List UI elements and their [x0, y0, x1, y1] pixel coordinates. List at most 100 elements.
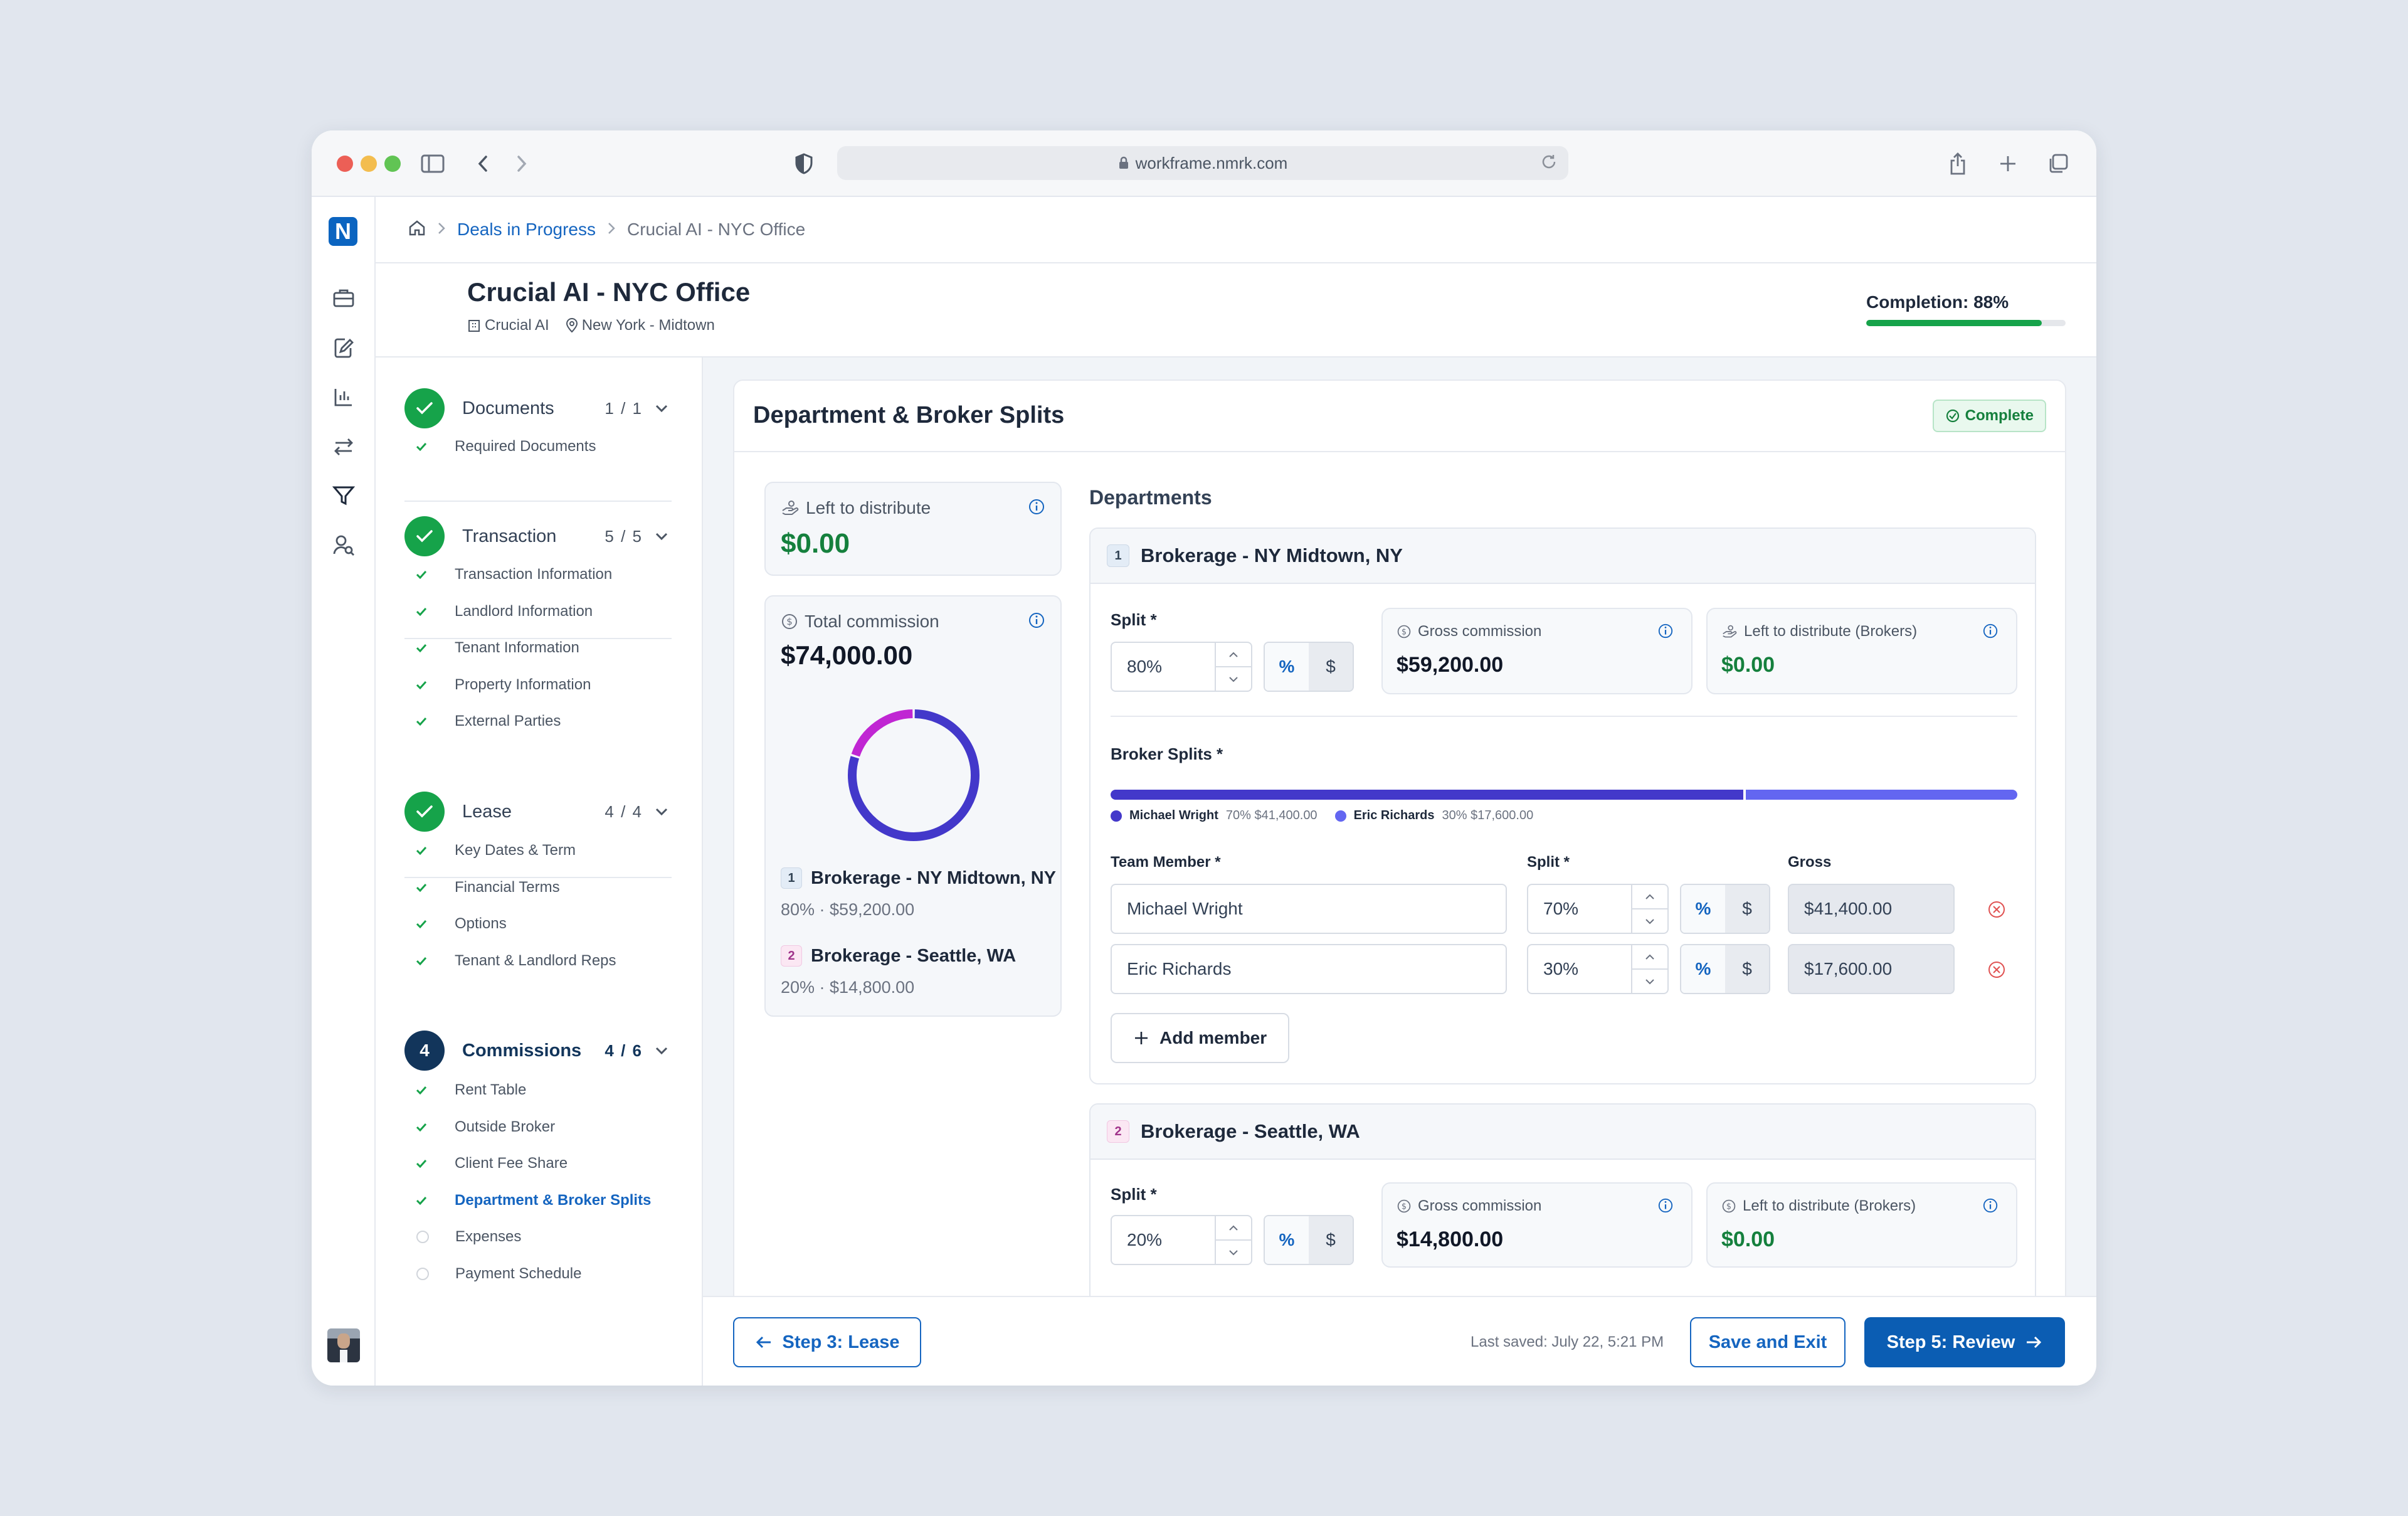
substep-item[interactable]: Transaction Information	[416, 562, 612, 587]
substep-label: Key Dates & Term	[455, 842, 576, 859]
substep-item[interactable]: Expenses	[416, 1224, 521, 1249]
substep-item[interactable]: Required Documents	[416, 434, 596, 459]
chevron-down-icon[interactable]	[1216, 1239, 1251, 1264]
team-member-input[interactable]: Eric Richards	[1111, 944, 1507, 994]
chevron-down-icon[interactable]	[1632, 908, 1667, 933]
zoom-window-button[interactable]	[384, 156, 401, 172]
member-split-input[interactable]: 70%	[1527, 884, 1669, 934]
substep-item[interactable]: Department & Broker Splits	[416, 1188, 651, 1213]
substep-item[interactable]: Financial Terms	[416, 875, 560, 900]
percent-option[interactable]: %	[1681, 945, 1725, 993]
check-icon	[416, 1159, 430, 1168]
step-name: Lease	[462, 801, 512, 822]
substep-item[interactable]: Client Fee Share	[416, 1151, 568, 1176]
remove-member-icon[interactable]	[1987, 900, 2006, 919]
split-stepper[interactable]	[1631, 885, 1667, 933]
sidebar-toggle-icon[interactable]	[418, 149, 447, 178]
new-tab-icon[interactable]	[1993, 149, 2022, 178]
address-bar[interactable]: workframe.nmrk.com	[837, 146, 1568, 180]
chevron-up-icon[interactable]	[1632, 885, 1667, 908]
chevron-down-icon[interactable]	[1216, 666, 1251, 691]
add-member-button[interactable]: Add member	[1111, 1013, 1290, 1063]
chevron-down-icon[interactable]	[654, 400, 672, 417]
percent-option[interactable]: %	[1265, 1216, 1309, 1264]
save-and-exit-button[interactable]: Save and Exit	[1690, 1317, 1846, 1367]
dollar-option[interactable]: $	[1309, 643, 1353, 691]
member-unit-toggle[interactable]: % $	[1680, 944, 1770, 994]
info-icon[interactable]	[1028, 612, 1045, 632]
member-split-input[interactable]: 30%	[1527, 944, 1669, 994]
dollar-option[interactable]: $	[1725, 945, 1769, 993]
info-icon[interactable]	[1982, 1197, 1999, 1217]
info-icon[interactable]	[1657, 623, 1674, 642]
reports-chart-icon[interactable]	[330, 384, 357, 410]
substep-item[interactable]: Options	[416, 911, 507, 936]
department-split-input[interactable]: 20%	[1111, 1215, 1252, 1265]
filter-funnel-icon[interactable]	[330, 482, 357, 509]
app-logo[interactable]: N	[329, 217, 357, 246]
step-commissions[interactable]: 4 Commissions 4 / 6	[404, 1030, 672, 1071]
chevron-up-icon[interactable]	[1216, 1216, 1251, 1239]
step-lease[interactable]: Lease 4 / 4	[404, 791, 672, 832]
substep-item[interactable]: Tenant & Landlord Reps	[416, 948, 616, 973]
split-stepper[interactable]	[1215, 1216, 1251, 1264]
user-search-icon[interactable]	[330, 532, 357, 558]
pending-circle-icon	[416, 1231, 429, 1243]
team-member-input[interactable]: Michael Wright	[1111, 884, 1507, 934]
substep-item[interactable]: Payment Schedule	[416, 1261, 581, 1286]
card-title: Department & Broker Splits	[753, 402, 1065, 428]
chevron-down-icon[interactable]	[654, 803, 672, 820]
back-arrow-icon[interactable]	[468, 149, 497, 178]
user-avatar[interactable]	[327, 1328, 360, 1362]
left-to-distribute-label: Left to distribute	[781, 498, 931, 518]
check-icon	[404, 516, 445, 556]
legend-name: Michael Wright	[1129, 808, 1218, 822]
step-transaction[interactable]: Transaction 5 / 5	[404, 516, 672, 557]
percent-option[interactable]: %	[1681, 885, 1725, 933]
substep-item[interactable]: Tenant Information	[416, 635, 579, 660]
member-name: Eric Richards	[1127, 959, 1232, 978]
split-unit-toggle[interactable]: % $	[1264, 642, 1354, 692]
percent-option[interactable]: %	[1265, 643, 1309, 691]
substep-item[interactable]: Landlord Information	[416, 599, 593, 624]
split-stepper[interactable]	[1215, 643, 1251, 691]
member-unit-toggle[interactable]: % $	[1680, 884, 1770, 934]
step-number-badge: 4	[404, 1031, 445, 1071]
substep-item[interactable]: Rent Table	[416, 1078, 526, 1103]
tab-overview-icon[interactable]	[2044, 149, 2073, 178]
step-documents[interactable]: Documents 1 / 1	[404, 388, 672, 429]
transfer-arrows-icon[interactable]	[330, 433, 357, 460]
next-step-button[interactable]: Step 5: Review	[1864, 1317, 2065, 1367]
check-icon	[416, 1196, 430, 1205]
share-icon[interactable]	[1943, 149, 1972, 178]
footer-bar: Step 3: Lease Last saved: July 22, 5:21 …	[703, 1296, 2096, 1386]
chevron-down-icon[interactable]	[654, 527, 672, 545]
reload-icon[interactable]	[1539, 152, 1558, 176]
split-stepper[interactable]	[1631, 945, 1667, 993]
info-icon[interactable]	[1982, 623, 1999, 642]
minimize-window-button[interactable]	[361, 156, 377, 172]
close-window-button[interactable]	[337, 156, 353, 172]
edit-document-icon[interactable]	[330, 335, 357, 361]
forward-arrow-icon[interactable]	[507, 149, 536, 178]
info-icon[interactable]	[1028, 498, 1045, 519]
donut-slice	[851, 709, 913, 757]
previous-step-button[interactable]: Step 3: Lease	[733, 1317, 921, 1367]
dollar-option[interactable]: $	[1725, 885, 1769, 933]
substep-item[interactable]: External Parties	[416, 709, 561, 734]
chevron-up-icon[interactable]	[1632, 945, 1667, 968]
department-split-input[interactable]: 80%	[1111, 642, 1252, 692]
step-documents[interactable]	[404, 223, 672, 264]
substep-item[interactable]: Key Dates & Term	[416, 838, 576, 863]
deals-briefcase-icon[interactable]	[330, 285, 357, 311]
chevron-down-icon[interactable]	[1632, 968, 1667, 993]
info-icon[interactable]	[1657, 1197, 1674, 1217]
dollar-option[interactable]: $	[1309, 1216, 1353, 1264]
chevron-up-icon[interactable]	[1216, 643, 1251, 666]
substep-item[interactable]: Outside Broker	[416, 1115, 555, 1140]
remove-member-icon[interactable]	[1987, 960, 2006, 979]
privacy-shield-icon[interactable]	[789, 149, 818, 178]
substep-item[interactable]: Property Information	[416, 672, 591, 697]
split-unit-toggle[interactable]: % $	[1264, 1215, 1354, 1265]
chevron-down-icon[interactable]	[654, 1042, 672, 1059]
